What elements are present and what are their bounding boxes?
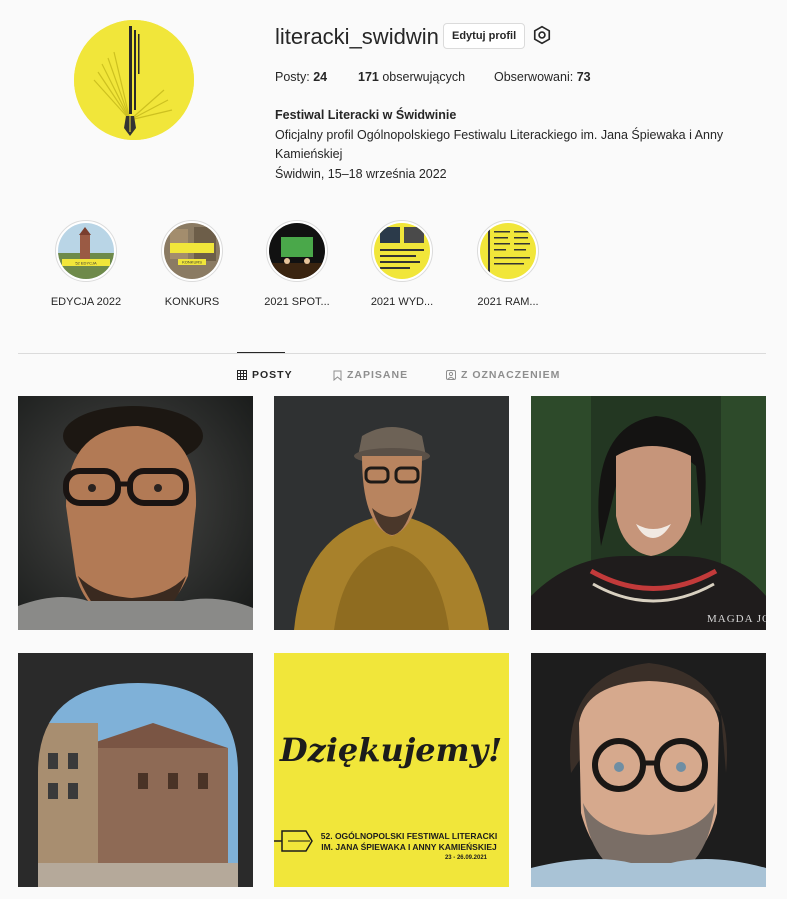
highlight-2021-wydarzenia[interactable]: 2021 WYD... [367, 220, 437, 308]
highlight-2021-spotkania[interactable]: 2021 SPOT... [262, 220, 332, 308]
grid-icon [237, 370, 247, 380]
highlight-label: EDYCJA 2022 [50, 296, 122, 308]
followers-count-value: 171 [358, 70, 379, 84]
highlight-thumbnail: KONKURS [164, 223, 220, 279]
highlight-thumbnail [269, 223, 325, 279]
festival-logo-icon [74, 20, 194, 140]
tab-posts-label: POSTY [252, 369, 293, 381]
photo-watermark: MAGDA JO [707, 613, 766, 625]
highlight-ring [371, 220, 433, 282]
poster-festival-line-1: 52. OGÓLNOPOLSKI FESTIWAL LITERACKI [321, 830, 497, 841]
tag-person-icon [446, 370, 456, 380]
highlight-ring: 52 EDYCJA [55, 220, 117, 282]
highlight-thumbnail: 52 EDYCJA [58, 223, 114, 279]
bio-line-2: Kamieńskiej [275, 147, 343, 161]
profile-username: literacki_swidwin [275, 24, 439, 49]
posts-count-label: Posty: [275, 70, 310, 84]
active-tab-indicator [237, 352, 285, 353]
poster-dates: 23 - 26.09.2021 [445, 855, 488, 861]
following-count-label: Obserwowani: [494, 70, 574, 84]
following-count[interactable]: Obserwowani: 73 [494, 70, 591, 84]
post-image [531, 653, 766, 887]
poster-title: Dziękujemy! [279, 731, 502, 769]
post-thumbnail[interactable] [18, 653, 253, 887]
highlight-label: 2021 SPOT... [264, 296, 330, 308]
bio-line-1: Oficjalny profil Ogólnopolskiego Festiwa… [275, 127, 724, 142]
highlight-ring [266, 220, 328, 282]
highlight-ring [477, 220, 539, 282]
post-image [18, 396, 253, 630]
tab-saved[interactable]: ZAPISANE [333, 369, 408, 381]
highlight-label: 2021 WYD... [370, 296, 434, 308]
posts-count: Posty: 24 [275, 70, 327, 84]
post-thumbnail[interactable]: MAGDA JO [531, 396, 766, 630]
profile-bio: Festiwal Literacki w Świdwinie Oficjalny… [275, 106, 755, 184]
bio-line-3: Świdwin, 15–18 września 2022 [275, 166, 447, 181]
followers-count-label: obserwujących [382, 70, 466, 84]
bookmark-icon [333, 370, 342, 381]
highlight-label: 2021 RAM... [477, 296, 539, 308]
followers-count[interactable]: 171 obserwujących [358, 70, 465, 84]
post-image: MAGDA JO [531, 396, 766, 630]
highlight-edycja-2022[interactable]: 52 EDYCJA EDYCJA 2022 [51, 220, 121, 308]
highlight-konkurs[interactable]: KONKURS KONKURS [157, 220, 227, 308]
highlight-thumb-text: 52 EDYCJA [75, 261, 97, 266]
settings-gear-icon[interactable] [532, 25, 552, 45]
tab-tagged-label: Z OZNACZENIEM [461, 369, 561, 381]
post-image: Dziękujemy! 52. OGÓLNOPOLSKI FESTIWAL LI… [274, 653, 509, 887]
tabs-divider [18, 353, 766, 354]
highlight-thumb-text: KONKURS [182, 260, 202, 265]
edit-profile-button[interactable]: Edytuj profil [443, 23, 526, 49]
highlight-thumbnail [480, 223, 536, 279]
bio-name: Festiwal Literacki w Świdwinie [275, 108, 457, 122]
post-image [274, 396, 509, 630]
post-thumbnail[interactable] [18, 396, 253, 630]
tab-tagged[interactable]: Z OZNACZENIEM [446, 369, 560, 381]
highlight-label: KONKURS [164, 296, 220, 308]
highlight-thumbnail [374, 223, 430, 279]
highlight-2021-ramowka[interactable]: 2021 RAM... [473, 220, 543, 308]
following-count-value: 73 [576, 70, 591, 84]
posts-count-value: 24 [313, 70, 328, 84]
post-image [18, 653, 253, 887]
tab-posts[interactable]: POSTY [237, 369, 293, 381]
post-thumbnail[interactable] [274, 396, 509, 630]
tab-saved-label: ZAPISANE [347, 369, 409, 381]
post-thumbnail[interactable]: Dziękujemy! 52. OGÓLNOPOLSKI FESTIWAL LI… [274, 653, 509, 887]
poster-festival-line-2: IM. JANA ŚPIEWAKA I ANNY KAMIEŃSKIEJ [321, 841, 497, 852]
profile-avatar[interactable] [74, 20, 194, 140]
post-thumbnail[interactable] [531, 653, 766, 887]
highlight-ring: KONKURS [161, 220, 223, 282]
